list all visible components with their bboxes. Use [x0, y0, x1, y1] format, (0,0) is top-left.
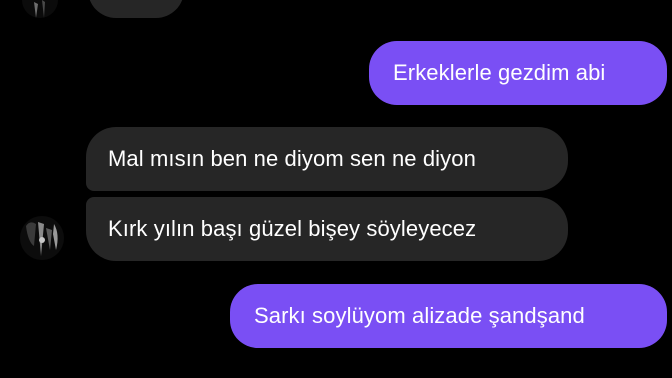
avatar-image-icon [20, 216, 64, 260]
message-text: Kırk yılın başı güzel bişey söyleyecez [108, 216, 477, 241]
contact-avatar[interactable] [20, 216, 64, 260]
chat-thread: Erkeklerle gezdim abi Mal mısın ben ne d… [0, 0, 672, 378]
incoming-message-bubble[interactable]: Kırk yılın başı güzel bişey söyleyecez [86, 197, 568, 261]
message-text: Sarkı soylüyom alizade şandşand [254, 303, 585, 328]
message-text: Erkeklerle gezdim abi [393, 60, 606, 85]
previous-message-bubble[interactable] [88, 0, 184, 18]
avatar-image-icon [22, 0, 58, 18]
message-text: Mal mısın ben ne diyom sen ne diyon [108, 146, 476, 171]
incoming-message-bubble[interactable]: Mal mısın ben ne diyom sen ne diyon [86, 127, 568, 191]
outgoing-message-bubble[interactable]: Erkeklerle gezdim abi [369, 41, 667, 105]
contact-avatar-top[interactable] [22, 0, 58, 18]
outgoing-message-bubble[interactable]: Sarkı soylüyom alizade şandşand [230, 284, 667, 348]
